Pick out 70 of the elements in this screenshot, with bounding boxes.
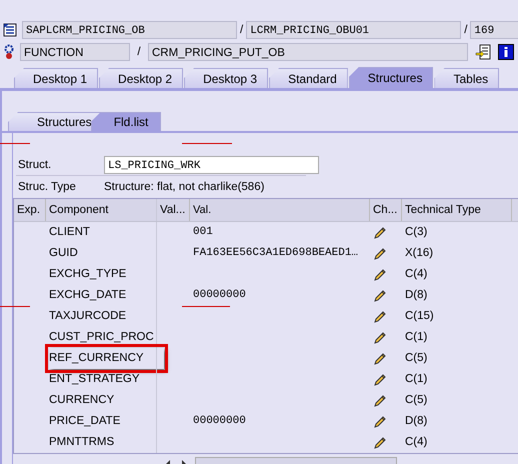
table-cell-text: TAXJURCODE [49, 309, 126, 324]
table-cell-text: PRICE_DATE [49, 414, 120, 429]
table-cell-text: C(5) [404, 393, 428, 408]
table-cell-text: D(8) [404, 288, 428, 303]
pencil-icon[interactable] [373, 246, 387, 260]
column-header[interactable]: Val. [190, 199, 370, 221]
tab[interactable]: Desktop 2 [99, 68, 184, 88]
table-cell-text: C(1) [404, 372, 428, 387]
pencil-icon[interactable] [373, 310, 387, 324]
separator: / [136, 46, 142, 58]
pencil-icon[interactable] [373, 436, 387, 450]
pencil-icon[interactable] [373, 414, 387, 428]
table-cell-text: PMNTTRMS [49, 435, 114, 450]
table-cell-text: CLIENT [49, 225, 90, 240]
event-type-field[interactable]: FUNCTION [20, 43, 130, 61]
table-cell-text: C(15) [404, 309, 435, 324]
annotation-line [0, 143, 30, 144]
annotation-line [182, 306, 230, 307]
table-cell-text: GUID [49, 246, 78, 261]
field-label: Struc. Type [17, 181, 77, 193]
program-field[interactable]: SAPLCRM_PRICING_OB [22, 21, 237, 39]
tab[interactable]: Fld.list [90, 112, 162, 131]
pencil-icon[interactable] [373, 330, 387, 344]
tab[interactable]: Structures [348, 67, 434, 88]
table-cell-text: C(4) [404, 435, 428, 450]
table-cell-text: C(1) [404, 330, 428, 345]
table-cell-text: X(16) [404, 246, 434, 261]
table-cell-text: EXCHG_TYPE [49, 267, 126, 282]
separator: / [240, 24, 244, 36]
table-cell-text: CUST_PRIC_PROC [49, 330, 154, 345]
structure-type-text: Structure: flat, not charlike(586) [104, 181, 264, 193]
pencil-icon[interactable] [373, 268, 387, 282]
pencil-icon[interactable] [373, 288, 387, 302]
table-cell-text: 00000000 [193, 288, 246, 303]
table-cell-text: D(8) [404, 414, 428, 429]
table-cell-text: EXCHG_DATE [49, 288, 126, 303]
table-cell-text: C(4) [404, 267, 428, 282]
tab[interactable]: Tables [434, 68, 500, 88]
annotation-line [182, 143, 232, 144]
column-header[interactable]: Val... [157, 199, 190, 221]
event-name-field[interactable]: CRM_PRICING_PUT_OB [148, 43, 468, 61]
column-header[interactable]: Ch... [370, 199, 402, 221]
annotation-line [0, 306, 30, 307]
list-icon [3, 23, 17, 37]
tab[interactable]: Desktop 3 [184, 68, 268, 88]
include-field[interactable]: LCRM_PRICING_OBU01 [246, 21, 462, 39]
column-header[interactable]: Exp. [14, 199, 46, 221]
table-cell-text: FA163EE56C3A1ED698BEAED1… [193, 246, 358, 261]
line-field[interactable]: 169 [470, 21, 518, 39]
tab[interactable]: Standard [269, 68, 348, 88]
pencil-icon[interactable] [373, 226, 387, 240]
field-label: Struct. [17, 159, 52, 171]
pencil-icon[interactable] [373, 372, 387, 386]
tab[interactable]: Desktop 1 [14, 68, 98, 88]
document-arrow-icon[interactable] [475, 44, 491, 60]
separator: / [464, 24, 468, 36]
pencil-icon[interactable] [373, 352, 387, 366]
table-cell-text: ENT_STRATEGY [49, 372, 140, 387]
table-cell-text: CURRENCY [49, 393, 114, 408]
table-cell-text: C(5) [404, 351, 428, 366]
info-icon[interactable] [498, 44, 514, 60]
column-header[interactable]: Component [46, 199, 157, 221]
table-cell-text: 001 [193, 225, 213, 240]
tab[interactable]: Structures [8, 112, 101, 131]
table-cell-text: 00000000 [193, 414, 246, 429]
structure-field[interactable]: LS_PRICING_WRK [104, 156, 319, 174]
gear-icon [3, 44, 15, 60]
column-header[interactable]: Technical Type [402, 199, 512, 221]
pencil-icon[interactable] [373, 394, 387, 408]
table-cell-text: C(3) [404, 225, 428, 240]
